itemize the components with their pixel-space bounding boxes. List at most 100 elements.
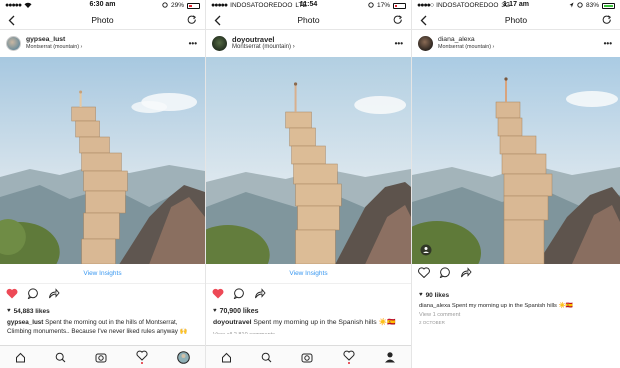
post-photo[interactable]	[206, 57, 411, 264]
post-header: doyoutravel Montserrat (mountain) › •••	[206, 30, 411, 57]
view-insights-link[interactable]: View Insights	[206, 264, 411, 284]
more-icon[interactable]: •••	[189, 39, 197, 48]
camera-icon[interactable]	[95, 352, 107, 363]
chevron-right-icon: ›	[80, 44, 83, 51]
search-icon[interactable]	[261, 352, 272, 363]
nav-bar: Photo	[412, 11, 620, 30]
caption-username[interactable]: doyoutravel	[213, 319, 252, 326]
refresh-icon[interactable]	[602, 15, 612, 25]
location-link[interactable]: Montserrat (mountain) ›	[26, 44, 82, 50]
network-text: 3G	[501, 2, 511, 9]
alarm-icon	[577, 1, 583, 10]
share-icon[interactable]	[254, 286, 266, 304]
battery-icon	[393, 2, 406, 9]
refresh-icon[interactable]	[393, 15, 403, 25]
nav-bar: Photo	[206, 11, 411, 30]
page-title: Photo	[91, 15, 114, 25]
heart-icon[interactable]	[212, 286, 224, 304]
back-arrow-icon[interactable]	[214, 15, 221, 26]
username-link[interactable]: doyoutravel	[232, 35, 295, 44]
camera-icon[interactable]	[301, 352, 313, 363]
share-icon[interactable]	[48, 286, 60, 304]
signal-icon: ●●●●○	[417, 2, 434, 9]
alarm-icon	[162, 1, 168, 10]
view-comments-link[interactable]: View 1 comment	[412, 310, 620, 318]
status-bar: ●●●●○ INDOSATOOREDOO 3G 1:17 am 83%	[412, 0, 620, 11]
likes-text: 90 likes	[425, 291, 450, 299]
carrier-text: INDOSATOOREDOO	[436, 2, 499, 9]
likes-text: 54,883 likes	[13, 307, 50, 315]
phone-screen-1: ●●●●● 6:30 am 29% Photo gypsea_lust Mont…	[0, 0, 206, 368]
more-icon[interactable]: •••	[395, 39, 403, 48]
avatar[interactable]	[6, 36, 21, 51]
post-caption: doyoutravel Spent my morning up in the S…	[206, 316, 411, 328]
page-title: Photo	[504, 15, 528, 25]
carrier-text: INDOSATOOREDOO	[230, 2, 293, 9]
post-photo[interactable]	[412, 57, 620, 264]
caption-username[interactable]: gypsea_lust	[7, 319, 43, 326]
home-icon[interactable]	[15, 352, 26, 363]
phone-screen-3: ●●●●○ INDOSATOOREDOO 3G 1:17 am 83% Phot…	[412, 0, 620, 368]
heart-small-icon: ♥	[419, 292, 423, 298]
more-icon[interactable]: •••	[604, 39, 612, 48]
comment-icon[interactable]	[27, 286, 39, 304]
likes-count[interactable]: ♥ 70,900 likes	[206, 306, 411, 316]
post-photo[interactable]	[0, 57, 205, 264]
battery-icon	[602, 2, 615, 9]
wifi-icon	[24, 2, 32, 10]
post-header: diana_alexa Montserrat (mountain) › •••	[412, 30, 620, 57]
home-icon[interactable]	[221, 352, 232, 363]
refresh-icon[interactable]	[187, 15, 197, 25]
view-comments-link[interactable]: View all 2,810 comments	[206, 328, 411, 334]
location-text: Montserrat (mountain)	[232, 44, 292, 51]
location-link[interactable]: Montserrat (mountain) ›	[438, 44, 494, 50]
profile-icon[interactable]	[177, 350, 191, 364]
bottom-tab-bar	[206, 345, 411, 368]
view-insights-link[interactable]: View Insights	[0, 264, 205, 284]
share-icon[interactable]	[460, 265, 472, 283]
battery-percent: 83%	[585, 2, 599, 9]
location-arrow-icon	[569, 2, 574, 10]
nav-bar: Photo	[0, 11, 205, 30]
signal-icon: ●●●●●	[211, 2, 228, 9]
chevron-right-icon: ›	[292, 44, 295, 51]
username-link[interactable]: gypsea_lust	[26, 36, 82, 44]
page-title: Photo	[297, 15, 320, 25]
phone-screen-2: ●●●●● INDOSATOOREDOO LTE 11:54 17% Photo	[206, 0, 412, 368]
location-link[interactable]: Montserrat (mountain) ›	[232, 44, 295, 51]
post-caption: diana_alexa Spent my morning up in the S…	[412, 300, 620, 310]
caption-username[interactable]: diana_alexa	[419, 303, 450, 309]
battery-icon	[187, 2, 200, 9]
search-icon[interactable]	[55, 352, 66, 363]
signal-icon: ●●●●●	[5, 2, 22, 9]
bottom-tab-bar	[0, 345, 205, 368]
heart-icon[interactable]	[418, 265, 430, 283]
caption-text: Spent my morning up in the Spanish hills…	[451, 303, 573, 309]
battery-percent: 17%	[376, 2, 390, 9]
comment-icon[interactable]	[439, 265, 451, 283]
caption-text: Spent my morning up in the Spanish hills…	[253, 319, 396, 326]
avatar[interactable]	[418, 36, 433, 51]
action-bar	[412, 264, 620, 284]
profile-icon[interactable]	[384, 351, 396, 363]
screenshot-collage: ●●●●● 6:30 am 29% Photo gypsea_lust Mont…	[0, 0, 620, 368]
post-header: gypsea_lust Montserrat (mountain) › •••	[0, 30, 205, 57]
username-link[interactable]: diana_alexa	[438, 36, 494, 44]
activity-icon[interactable]	[343, 350, 355, 364]
action-bar	[0, 284, 205, 306]
network-text: LTE	[295, 2, 307, 9]
likes-count[interactable]: ♥ 90 likes	[412, 290, 620, 300]
avatar[interactable]	[212, 36, 227, 51]
back-arrow-icon[interactable]	[420, 15, 427, 26]
heart-icon[interactable]	[6, 286, 18, 304]
action-bar	[206, 284, 411, 306]
post-date: 2 OCTOBER	[419, 320, 445, 326]
back-arrow-icon[interactable]	[8, 15, 15, 26]
likes-text: 70,900 likes	[219, 307, 259, 315]
comment-icon[interactable]	[233, 286, 245, 304]
likes-count[interactable]: ♥ 54,883 likes	[0, 306, 205, 316]
post-caption: gypsea_lust Spent the morning out in the…	[0, 316, 205, 336]
activity-icon[interactable]	[136, 350, 148, 364]
status-bar: ●●●●● 6:30 am 29%	[0, 0, 205, 11]
chevron-right-icon: ›	[492, 44, 495, 51]
